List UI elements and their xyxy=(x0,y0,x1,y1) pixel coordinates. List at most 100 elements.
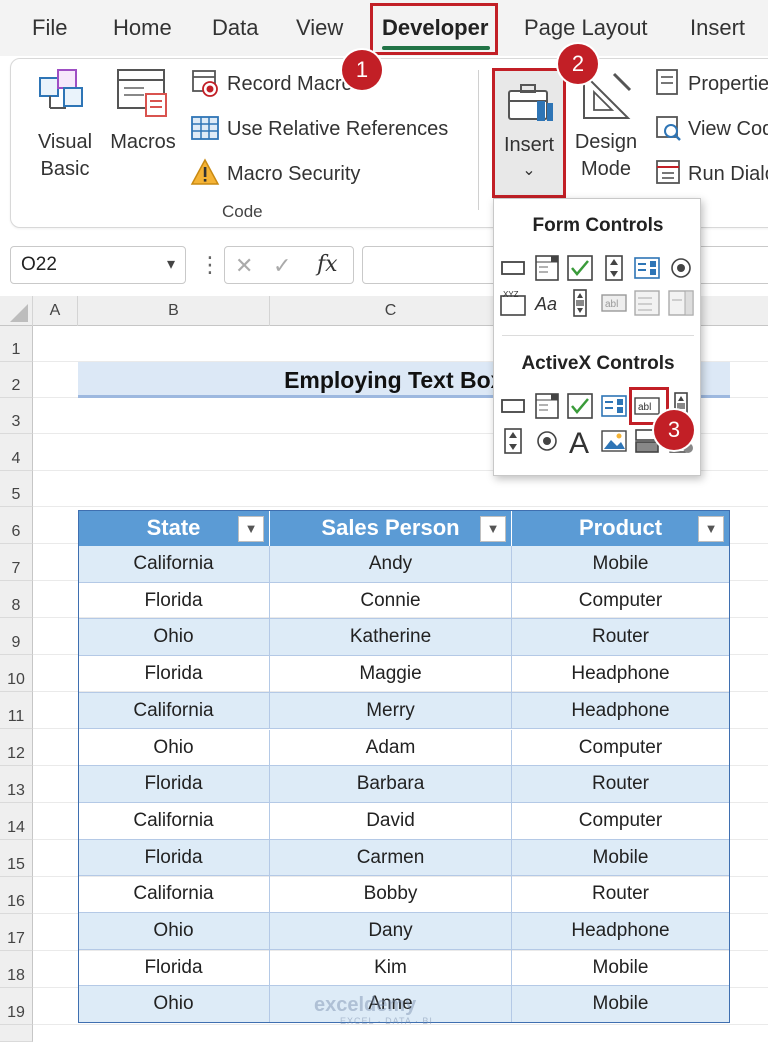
tab-file[interactable]: File xyxy=(32,0,67,56)
cell-state[interactable]: Ohio xyxy=(78,729,270,767)
cell-state[interactable]: Ohio xyxy=(78,619,270,657)
option-button-icon[interactable] xyxy=(532,426,562,456)
combo-box-icon[interactable] xyxy=(532,253,562,283)
filter-dropdown-icon[interactable]: ▼ xyxy=(238,516,264,542)
cell-product[interactable]: Mobile xyxy=(512,839,730,877)
column-header-b[interactable]: B xyxy=(78,296,270,326)
image-icon[interactable] xyxy=(599,426,629,456)
tab-insert[interactable]: Insert xyxy=(690,0,745,56)
spin-button-icon[interactable] xyxy=(498,426,528,456)
row-header-5[interactable]: 5 xyxy=(0,471,33,507)
cell-sales-person[interactable]: Kim xyxy=(270,949,512,987)
row-header-9[interactable]: 9 xyxy=(0,618,33,655)
cell-state[interactable]: California xyxy=(78,802,270,840)
cell-product[interactable]: Mobile xyxy=(512,986,730,1024)
enter-icon[interactable]: ✓ xyxy=(273,251,291,281)
column-header-a[interactable]: A xyxy=(33,296,78,326)
cell-sales-person[interactable]: Carmen xyxy=(270,839,512,877)
tab-home[interactable]: Home xyxy=(113,0,172,56)
cell-state[interactable]: Florida xyxy=(78,582,270,620)
button-icon[interactable] xyxy=(498,253,528,283)
cell-sales-person[interactable]: David xyxy=(270,802,512,840)
cell-sales-person[interactable]: Maggie xyxy=(270,656,512,693)
header-sales-person[interactable]: Sales Person ▼ xyxy=(270,510,512,546)
list-box-icon[interactable] xyxy=(632,253,662,283)
row-header-2[interactable]: 2 xyxy=(0,362,33,398)
cell-sales-person[interactable]: Andy xyxy=(270,546,512,583)
combo-box-icon[interactable] xyxy=(532,391,562,421)
cell-state[interactable]: Florida xyxy=(78,766,270,803)
cell-state[interactable]: Florida xyxy=(78,656,270,693)
tab-view[interactable]: View xyxy=(296,0,343,56)
name-box[interactable]: O22 ▾ xyxy=(10,246,186,284)
row-header-15[interactable]: 15 xyxy=(0,840,33,877)
cell-product[interactable]: Mobile xyxy=(512,546,730,583)
combo-list-edit-icon[interactable] xyxy=(632,288,662,318)
chevron-down-icon[interactable]: ▾ xyxy=(167,247,175,283)
cell-product[interactable]: Headphone xyxy=(512,692,730,730)
cell-sales-person[interactable]: Katherine xyxy=(270,619,512,657)
row-header-17[interactable]: 17 xyxy=(0,914,33,951)
row-header-1[interactable]: 1 xyxy=(0,326,33,362)
cell-state[interactable]: Florida xyxy=(78,839,270,877)
visual-basic-label-line2: Basic xyxy=(40,158,90,180)
cell-state[interactable]: California xyxy=(78,876,270,913)
header-product[interactable]: Product ▼ xyxy=(512,510,730,546)
filter-dropdown-icon[interactable]: ▼ xyxy=(698,516,724,542)
group-box-icon[interactable]: XYZ xyxy=(498,288,528,318)
cell-product[interactable]: Computer xyxy=(512,729,730,767)
cell-sales-person[interactable]: Bobby xyxy=(270,876,512,913)
check-box-icon[interactable] xyxy=(565,391,595,421)
cell-state[interactable]: Ohio xyxy=(78,986,270,1024)
filter-dropdown-icon[interactable]: ▼ xyxy=(480,516,506,542)
cell-product[interactable]: Router xyxy=(512,876,730,913)
row-header-4[interactable]: 4 xyxy=(0,434,33,471)
row-header-7[interactable]: 7 xyxy=(0,544,33,581)
cell-product[interactable]: Headphone xyxy=(512,656,730,693)
cancel-icon[interactable]: ✕ xyxy=(235,251,253,281)
cell-sales-person[interactable]: Connie xyxy=(270,582,512,620)
cell-state[interactable]: Ohio xyxy=(78,913,270,950)
label-icon[interactable]: A xyxy=(565,426,595,456)
cell-product[interactable]: Computer xyxy=(512,802,730,840)
check-box-icon[interactable] xyxy=(565,253,595,283)
cell-sales-person[interactable]: Merry xyxy=(270,692,512,730)
cell-product[interactable]: Router xyxy=(512,766,730,803)
command-button-icon[interactable] xyxy=(498,391,528,421)
cell-product[interactable]: Mobile xyxy=(512,949,730,987)
text-field-icon[interactable]: abl xyxy=(599,288,629,318)
row-header-3[interactable]: 3 xyxy=(0,398,33,434)
drag-handle-icon[interactable]: ⋮ xyxy=(199,250,221,280)
cell-sales-person[interactable]: Adam xyxy=(270,729,512,767)
cell-product[interactable]: Router xyxy=(512,619,730,657)
combo-drop-down-icon[interactable] xyxy=(666,288,696,318)
cell-state[interactable]: California xyxy=(78,546,270,583)
tab-data[interactable]: Data xyxy=(212,0,258,56)
scroll-bar-icon[interactable] xyxy=(565,288,595,318)
row-header-19[interactable]: 19 xyxy=(0,988,33,1025)
row-header-11[interactable]: 11 xyxy=(0,692,33,729)
cell-state[interactable]: Florida xyxy=(78,949,270,987)
insert-controls-button[interactable]: Insert ⌄ xyxy=(492,68,566,198)
row-header-8[interactable]: 8 xyxy=(0,581,33,618)
spin-button-icon[interactable] xyxy=(599,253,629,283)
row-header-16[interactable]: 16 xyxy=(0,877,33,914)
cell-product[interactable]: Headphone xyxy=(512,913,730,950)
cell-product[interactable]: Computer xyxy=(512,582,730,620)
column-header-c[interactable]: C xyxy=(270,296,512,326)
header-state[interactable]: State ▼ xyxy=(78,510,270,546)
cell-sales-person[interactable]: Barbara xyxy=(270,766,512,803)
row-header-14[interactable]: 14 xyxy=(0,803,33,840)
list-box-icon[interactable] xyxy=(599,391,629,421)
row-header-12[interactable]: 12 xyxy=(0,729,33,766)
cell-state[interactable]: California xyxy=(78,692,270,730)
insert-function-icon[interactable]: fx xyxy=(317,250,338,280)
row-header-18[interactable]: 18 xyxy=(0,951,33,988)
cell-sales-person[interactable]: Dany xyxy=(270,913,512,950)
row-header-6[interactable]: 6 xyxy=(0,507,33,544)
option-button-icon[interactable] xyxy=(666,253,696,283)
select-all-corner[interactable] xyxy=(0,296,33,326)
label-icon[interactable]: Aa xyxy=(532,288,562,318)
row-header-13[interactable]: 13 xyxy=(0,766,33,803)
row-header-10[interactable]: 10 xyxy=(0,655,33,692)
